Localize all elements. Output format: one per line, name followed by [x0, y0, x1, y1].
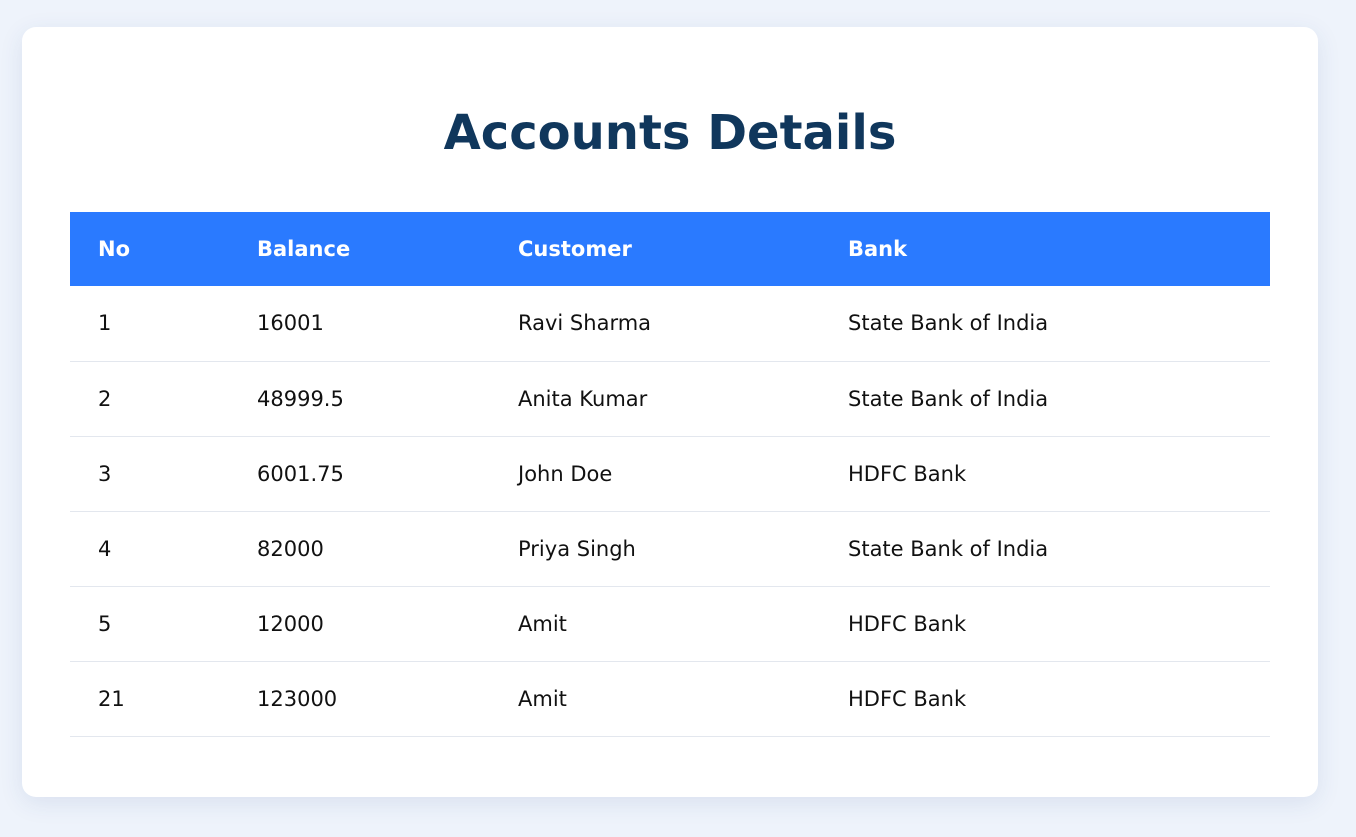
cell-customer: John Doe [490, 436, 820, 512]
cell-balance: 16001 [229, 286, 490, 362]
cell-customer: Anita Kumar [490, 361, 820, 437]
cell-no: 4 [70, 511, 229, 587]
header-customer: Customer [490, 212, 820, 286]
table-row: 2 48999.5 Anita Kumar State Bank of Indi… [70, 361, 1270, 437]
accounts-card: Accounts Details No Balance Customer Ban… [22, 27, 1318, 797]
header-bank: Bank [820, 212, 1270, 286]
table-row: 3 6001.75 John Doe HDFC Bank [70, 436, 1270, 512]
header-balance: Balance [229, 212, 490, 286]
cell-customer: Ravi Sharma [490, 286, 820, 362]
cell-bank: HDFC Bank [820, 586, 1270, 662]
cell-customer: Amit [490, 661, 820, 737]
table-row: 5 12000 Amit HDFC Bank [70, 586, 1270, 662]
cell-customer: Priya Singh [490, 511, 820, 587]
cell-no: 3 [70, 436, 229, 512]
cell-bank: State Bank of India [820, 511, 1270, 587]
cell-bank: HDFC Bank [820, 436, 1270, 512]
page-title: Accounts Details [443, 105, 897, 161]
header-no: No [70, 212, 229, 286]
cell-bank: State Bank of India [820, 361, 1270, 437]
cell-balance: 123000 [229, 661, 490, 737]
cell-customer: Amit [490, 586, 820, 662]
cell-balance: 48999.5 [229, 361, 490, 437]
cell-no: 2 [70, 361, 229, 437]
cell-balance: 6001.75 [229, 436, 490, 512]
cell-balance: 12000 [229, 586, 490, 662]
cell-bank: State Bank of India [820, 286, 1270, 362]
table-header: No Balance Customer Bank [70, 212, 1270, 286]
cell-bank: HDFC Bank [820, 661, 1270, 737]
cell-no: 1 [70, 286, 229, 362]
cell-balance: 82000 [229, 511, 490, 587]
accounts-table: No Balance Customer Bank 1 16001 Ravi Sh… [70, 212, 1270, 737]
table-header-row: No Balance Customer Bank [70, 212, 1270, 286]
table-body: 1 16001 Ravi Sharma State Bank of India … [70, 286, 1270, 737]
cell-no: 21 [70, 661, 229, 737]
table-row: 21 123000 Amit HDFC Bank [70, 661, 1270, 737]
table-row: 4 82000 Priya Singh State Bank of India [70, 511, 1270, 587]
table-row: 1 16001 Ravi Sharma State Bank of India [70, 286, 1270, 362]
cell-no: 5 [70, 586, 229, 662]
